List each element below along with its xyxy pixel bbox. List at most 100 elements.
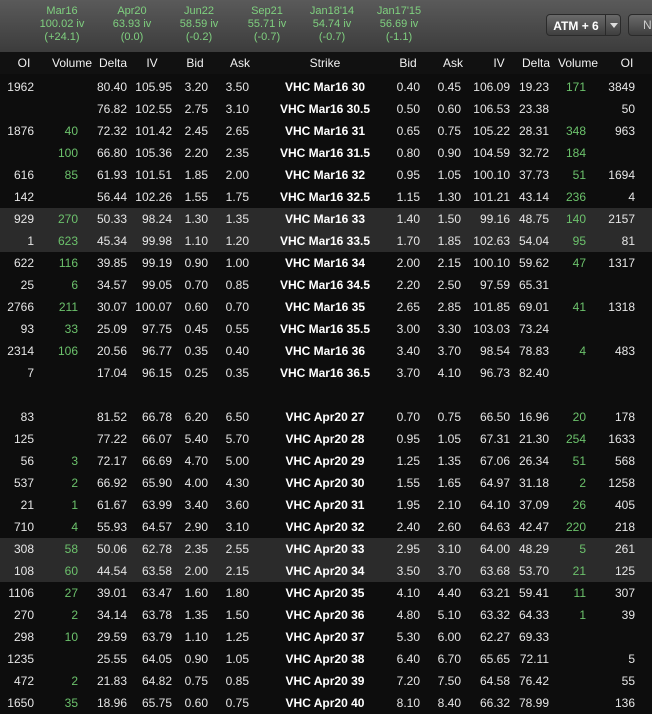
expiration-change: (-0.7) [318, 31, 346, 43]
cell-call-ask: 1.35 [225, 212, 249, 226]
table-row[interactable]: 270 2 34.14 63.78 1.35 1.50 VHC Apr20 36 4.80 5.… [0, 604, 652, 626]
table-row[interactable]: 93 33 25.09 97.75 0.45 0.55 VHC Mar16 35.5 3.00… [0, 318, 652, 340]
cell-call-ask: 0.35 [225, 366, 249, 380]
expiration-iv: 54.74 iv [312, 18, 352, 30]
table-row[interactable]: 1106 27 39.01 63.47 1.60 1.80 VHC Apr20 35 4.10… [0, 582, 652, 604]
expiration-iv: 63.93 iv [112, 18, 152, 30]
table-row[interactable]: 2314 106 20.56 96.77 0.35 0.40 VHC Mar16 36 3.4… [0, 340, 652, 362]
header-call-iv[interactable]: IV [140, 56, 164, 70]
header-strike[interactable]: Strike [300, 56, 350, 70]
cell-call-ask: 1.50 [225, 608, 249, 622]
cell-put-oi: 178 [614, 410, 635, 424]
cell-call-ask: 3.60 [225, 498, 249, 512]
table-row[interactable]: 1 623 45.34 99.98 1.10 1.20 VHC Mar16 33.5 1.70… [0, 230, 652, 252]
expiration-name: Jan18'14 [309, 5, 355, 17]
cell-call-ask: 2.65 [225, 124, 249, 138]
table-row[interactable]: 108 60 44.54 63.58 2.00 2.15 VHC Apr20 34 3.50 3… [0, 560, 652, 582]
header-put-delta[interactable]: Delta [519, 56, 553, 70]
table-row[interactable]: 616 85 61.93 101.51 1.85 2.00 VHC Mar16 32 0.95… [0, 164, 652, 186]
cell-call-ask: 1.80 [225, 586, 249, 600]
expiration-sep21[interactable]: Sep21 55.71 iv (-0.7) [232, 5, 302, 44]
header-put-volume[interactable]: Volume [556, 56, 600, 70]
table-row[interactable]: 25 6 34.57 99.05 0.70 0.85 VHC Mar16 34.5 2.20 2… [0, 274, 652, 296]
cell-call-ask: 0.85 [225, 674, 249, 688]
cell-put-oi: 5 [628, 652, 635, 666]
table-row[interactable]: 7 17.04 96.15 0.25 0.35 VHC Mar16 36.5 3.70 4.1… [0, 362, 652, 384]
cell-call-ask: 0.70 [225, 300, 249, 314]
cell-put-oi: 483 [614, 344, 635, 358]
cell-call-oi: 142 [13, 190, 34, 204]
expiration-iv: 100.02 iv [39, 18, 85, 30]
cell-call-ask: 5.00 [225, 454, 249, 468]
cell-put-oi: 1694 [608, 168, 635, 182]
expiration-name: Mar16 [46, 5, 78, 17]
atm-dropdown-button[interactable] [605, 14, 621, 36]
table-row[interactable]: 125 77.22 66.07 5.40 5.70 VHC Apr20 28 0.95 1.0… [0, 428, 652, 450]
cell-call-oi: 83 [20, 410, 34, 424]
table-row[interactable]: 21 1 61.67 63.99 3.40 3.60 VHC Apr20 31 1.95 2.1… [0, 494, 652, 516]
table-row[interactable]: 56 3 72.17 66.69 4.70 5.00 VHC Apr20 29 1.25 1.3… [0, 450, 652, 472]
table-row[interactable]: 76.82 102.55 2.75 3.10 VHC Mar16 30.5 0.50 0.6… [0, 98, 652, 120]
cell-put-oi: 39 [621, 608, 635, 622]
header-put-bid[interactable]: Bid [396, 56, 420, 70]
expiration-change: (+24.1) [44, 31, 80, 43]
table-row[interactable]: 929 270 50.33 98.24 1.30 1.35 VHC Mar16 33 1.40… [0, 208, 652, 230]
header-call-ask[interactable]: Ask [228, 56, 252, 70]
table-row[interactable]: 1650 35 18.96 65.75 0.60 0.75 VHC Apr20 40 8.10… [0, 692, 652, 714]
cell-put-oi: 405 [614, 498, 635, 512]
expiration-iv: 58.59 iv [179, 18, 219, 30]
table-row[interactable]: 142 56.44 102.26 1.55 1.75 VHC Mar16 32.5 1.15… [0, 186, 652, 208]
cell-put-oi: 55 [621, 674, 635, 688]
cell-call-ask: 4.30 [225, 476, 249, 490]
cell-call-oi: 7 [27, 366, 34, 380]
expiration-change: (-0.7) [253, 31, 281, 43]
expiration-jan18-14[interactable]: Jan18'14 54.74 iv (-0.7) [297, 5, 367, 44]
cell-put-oi: 81 [621, 234, 635, 248]
next-button[interactable]: Ne [628, 14, 652, 36]
cell-call-ask: 1.25 [225, 630, 249, 644]
cell-put-oi: 218 [614, 520, 635, 534]
header-call-oi[interactable]: OI [8, 56, 40, 70]
expiration-iv: 56.69 iv [379, 18, 419, 30]
table-row[interactable]: 472 2 21.83 64.82 0.75 0.85 VHC Apr20 39 7.20 7.… [0, 670, 652, 692]
cell-put-delta: 72.11 [519, 652, 549, 666]
cell-put-oi: 963 [614, 124, 635, 138]
expiration-apr20[interactable]: Apr20 63.93 iv (0.0) [97, 5, 167, 44]
cell-put-oi: 136 [614, 696, 635, 710]
expiration-change: (0.0) [120, 31, 144, 43]
expiration-change: (-0.2) [185, 31, 213, 43]
expiration-jan17-15[interactable]: Jan17'15 56.69 iv (-1.1) [364, 5, 434, 44]
header-call-volume[interactable]: Volume [48, 56, 96, 70]
header-put-iv[interactable]: IV [487, 56, 511, 70]
table-row[interactable]: 83 81.52 66.78 6.20 6.50 VHC Apr20 27 0.70 0.75… [0, 406, 652, 428]
cell-put-delta: 76.42 [518, 674, 549, 688]
cell-put-oi: 1317 [608, 256, 635, 270]
expiration-jun22[interactable]: Jun22 58.59 iv (-0.2) [164, 5, 234, 44]
cell-put-oi: 1318 [608, 300, 635, 314]
cell-call-oi: 125 [13, 432, 34, 446]
expiration-mar16[interactable]: Mar16 100.02 iv (+24.1) [27, 5, 97, 44]
table-row[interactable]: 100 66.80 105.36 2.20 2.35 VHC Mar16 31.5 0.80… [0, 142, 652, 164]
table-row[interactable]: 710 4 55.93 64.57 2.90 3.10 VHC Apr20 32 2.40 2.… [0, 516, 652, 538]
header-call-delta[interactable]: Delta [98, 56, 128, 70]
cell-put-delta: 23.38 [518, 102, 549, 116]
cell-call-ask: 2.55 [225, 542, 249, 556]
table-row[interactable]: 1876 40 72.32 101.42 2.45 2.65 VHC Mar16 31 0.6… [0, 120, 652, 142]
table-row[interactable]: 2766 211 30.07 100.07 0.60 0.70 VHC Mar16 35 2.… [0, 296, 652, 318]
cell-call-ask: 3.10 [225, 520, 249, 534]
cell-call-ask: 1.20 [225, 234, 249, 248]
cell-call-ask: 3.10 [225, 102, 249, 116]
cell-call-ask: 2.35 [225, 146, 249, 160]
table-row[interactable]: 622 116 39.85 99.19 0.90 1.00 VHC Mar16 34 2.00… [0, 252, 652, 274]
atm-range-button[interactable]: ATM + 6 [546, 14, 606, 36]
header-put-oi[interactable]: OI [614, 56, 640, 70]
table-row[interactable]: 308 58 50.06 62.78 2.35 2.55 VHC Apr20 33 2.95 3… [0, 538, 652, 560]
table-row[interactable]: 1235 25.55 64.05 0.90 1.05 VHC Apr20 38 6.40 6.… [0, 648, 652, 670]
table-row[interactable]: 1962 80.40 105.95 3.20 3.50 VHC Mar16 30 0.40 0… [0, 76, 652, 98]
header-put-ask[interactable]: Ask [441, 56, 465, 70]
table-row[interactable]: 298 10 29.59 63.79 1.10 1.25 VHC Apr20 37 5.30 6… [0, 626, 652, 648]
cell-put-oi: 4 [628, 190, 635, 204]
cell-call-oi: 1235 [7, 652, 34, 666]
header-call-bid[interactable]: Bid [183, 56, 207, 70]
table-row[interactable]: 537 2 66.92 65.90 4.00 4.30 VHC Apr20 30 1.55 1.… [0, 472, 652, 494]
